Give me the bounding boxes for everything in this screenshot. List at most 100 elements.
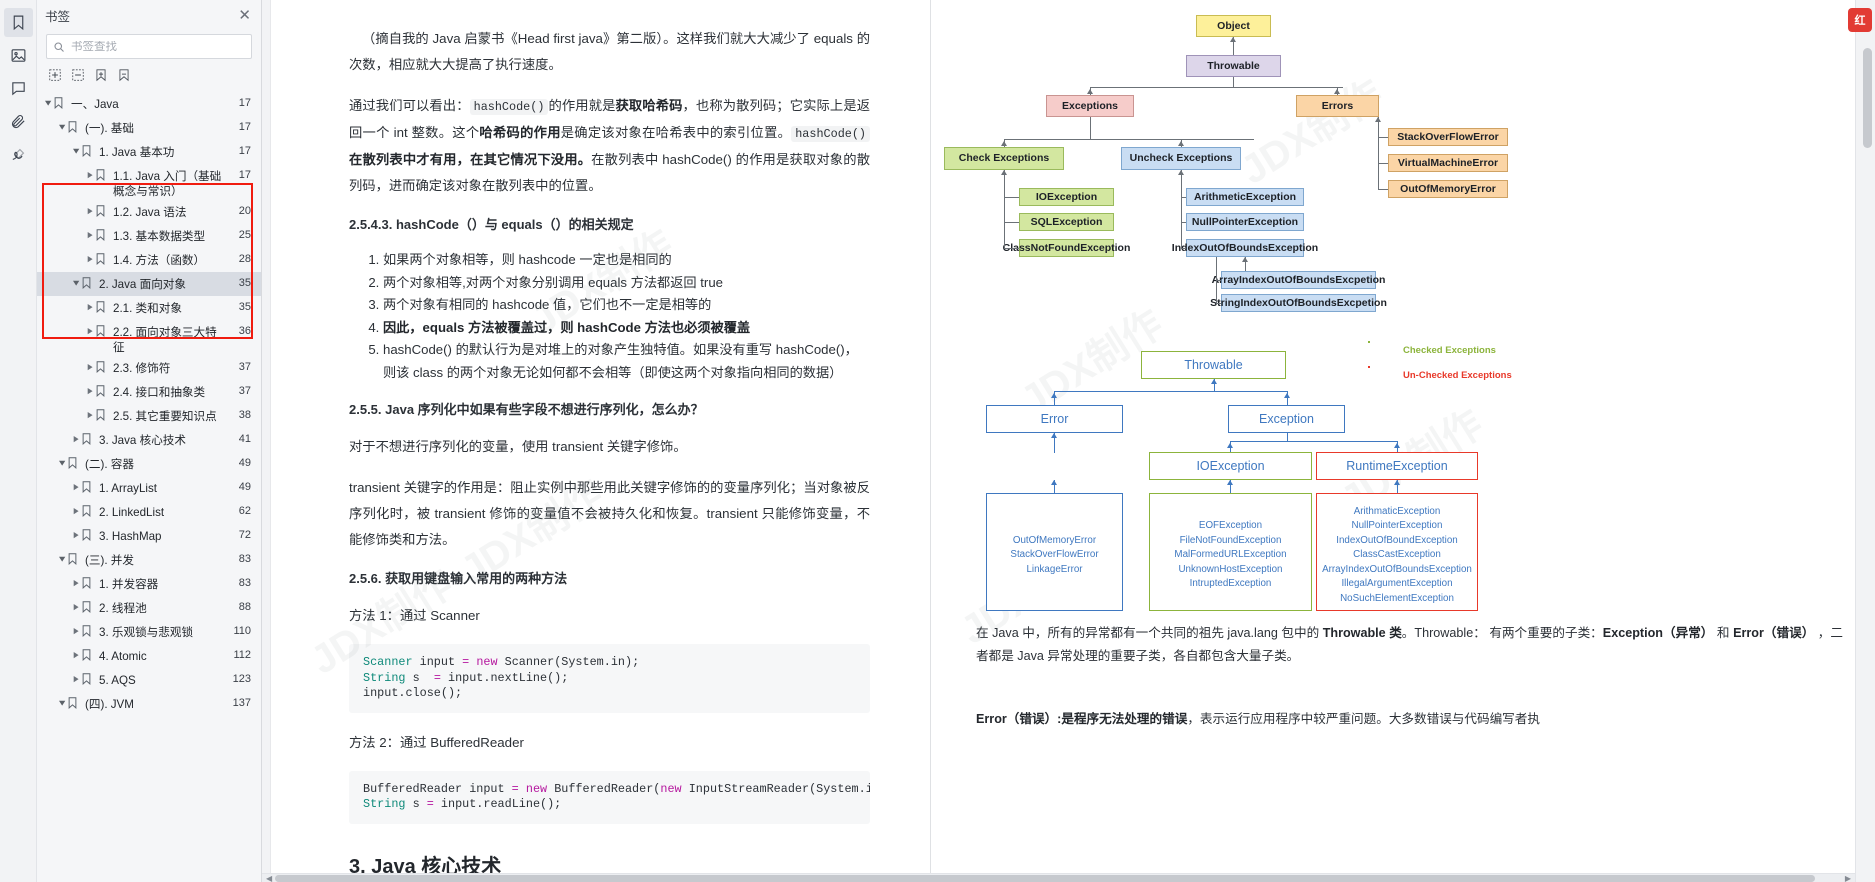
chevron-right-icon[interactable] bbox=[85, 248, 96, 263]
bookmark-item-11[interactable]: 2.4. 接口和抽象类 37 bbox=[37, 380, 261, 404]
bookmark-item-label: 1. 并发容器 bbox=[99, 578, 159, 591]
ordered-list: 如果两个对象相等，则 hashcode 一定也是相同的两个对象相等,对两个对象分… bbox=[383, 249, 870, 384]
chevron-right-icon[interactable] bbox=[85, 404, 96, 419]
bookmark-item-3[interactable]: 1.1. Java 入门（基础概念与常识） 17 bbox=[37, 164, 261, 200]
list-item: hashCode() 的默认行为是对堆上的对象产生独特值。如果没有重写 hash… bbox=[383, 339, 870, 384]
bookmark-item-19[interactable]: 1. 并发容器 83 bbox=[37, 572, 261, 596]
chevron-right-icon[interactable] bbox=[71, 524, 82, 539]
chevron-right-icon[interactable] bbox=[85, 200, 96, 215]
bookmark-item-15[interactable]: 1. ArrayList 49 bbox=[37, 476, 261, 500]
bookmark-panel-title: 书签 bbox=[45, 9, 71, 24]
left-icon-rail bbox=[0, 0, 37, 882]
image-icon[interactable] bbox=[4, 41, 33, 70]
bookmark-search-box[interactable] bbox=[46, 34, 252, 59]
chevron-down-icon[interactable] bbox=[57, 452, 68, 467]
scroll-left-arrow[interactable]: ◀ bbox=[266, 874, 272, 882]
chevron-right-icon[interactable] bbox=[85, 356, 96, 371]
bookmark-item-16[interactable]: 2. LinkedList 62 bbox=[37, 500, 261, 524]
bookmark-item-5[interactable]: 1.3. 基本数据类型 25 bbox=[37, 224, 261, 248]
bookmark-item-24[interactable]: (四). JVM 137 bbox=[37, 692, 261, 716]
bookmark-node-icon bbox=[68, 452, 81, 469]
expand-all-icon[interactable] bbox=[48, 68, 62, 82]
chevron-down-icon[interactable] bbox=[71, 140, 82, 155]
bookmark-item-6[interactable]: 1.4. 方法（函数） 28 bbox=[37, 248, 261, 272]
bookmark-search-input[interactable] bbox=[71, 40, 245, 53]
bookmark-item-8[interactable]: 2.1. 类和对象 35 bbox=[37, 296, 261, 320]
chevron-down-icon[interactable] bbox=[57, 692, 68, 707]
arrow-head bbox=[1284, 393, 1290, 398]
legend-label-1: Un-Checked Exceptions bbox=[1403, 370, 1512, 381]
chevron-right-icon[interactable] bbox=[71, 476, 82, 491]
list-item: 两个对象相等,对两个对象分别调用 equals 方法都返回 true bbox=[383, 272, 870, 295]
bookmark-item-9[interactable]: 2.2. 面向对象三大特征 36 bbox=[37, 320, 261, 356]
vertical-scrollbar-thumb[interactable] bbox=[1863, 48, 1872, 148]
bookmark-tree[interactable]: 一、Java 17 (一). 基础 17 1. Java 基本功 17 1.1. Java … bbox=[37, 89, 261, 882]
diagram2-node-exception: Exception bbox=[1228, 405, 1345, 433]
bookmark-node-icon bbox=[68, 116, 81, 133]
chevron-right-icon[interactable] bbox=[85, 224, 96, 239]
diagram2-io-children-list: EOFException FileNotFoundException MalForm… bbox=[1174, 520, 1287, 590]
bookmark-item-label: 1.2. Java 语法 bbox=[113, 206, 187, 219]
bookmark-item-20[interactable]: 2. 线程池 88 bbox=[37, 596, 261, 620]
bookmark-page-number: 83 bbox=[238, 553, 251, 565]
list-item: 因此，equals 方法被覆盖过，则 hashCode 方法也必须被覆盖 bbox=[383, 317, 870, 340]
bookmark-item-10[interactable]: 2.3. 修饰符 37 bbox=[37, 356, 261, 380]
text: 和 bbox=[1713, 626, 1734, 640]
chevron-right-icon[interactable] bbox=[71, 668, 82, 683]
bookmark-item-13[interactable]: 3. Java 核心技术 41 bbox=[37, 428, 261, 452]
red-tool-button[interactable]: 红 bbox=[1848, 8, 1872, 32]
bookmark-item-17[interactable]: 3. HashMap 72 bbox=[37, 524, 261, 548]
add-bookmark-icon[interactable] bbox=[94, 68, 108, 82]
text: 是确定该对象在哈希表中的索引位置。 bbox=[560, 125, 792, 140]
bookmark-item-2[interactable]: 1. Java 基本功 17 bbox=[37, 140, 261, 164]
diagram2-runtime-children-list: ArithmaticException NullPointerException I… bbox=[1322, 505, 1472, 604]
bookmark-item-21[interactable]: 3. 乐观锁与悲观锁 110 bbox=[37, 620, 261, 644]
bookmark-item-label: 1.3. 基本数据类型 bbox=[113, 230, 206, 243]
horizontal-scrollbar-thumb[interactable] bbox=[275, 874, 1815, 882]
bookmark-item-23[interactable]: 5. AQS 123 bbox=[37, 668, 261, 692]
chevron-right-icon[interactable] bbox=[71, 428, 82, 443]
bookmark-item-label: 2.2. 面向对象三大特征 bbox=[113, 326, 217, 354]
signature-icon[interactable] bbox=[4, 140, 33, 169]
chevron-right-icon[interactable] bbox=[85, 320, 96, 335]
throwable-hierarchy-diagram-bottom: Throwable Error Exception IOException Runtim… bbox=[931, 0, 1875, 882]
scroll-right-arrow[interactable]: ▶ bbox=[1845, 874, 1851, 882]
bookmark-item-0[interactable]: 一、Java 17 bbox=[37, 92, 261, 116]
text: 。Throwable： 有两个重要的子类： bbox=[1401, 626, 1603, 640]
bookmark-item-14[interactable]: (二). 容器 49 bbox=[37, 452, 261, 476]
bookmark-page-number: 41 bbox=[238, 433, 251, 445]
chevron-right-icon[interactable] bbox=[71, 620, 82, 635]
collapse-all-icon[interactable] bbox=[71, 68, 85, 82]
bookmark-icon[interactable] bbox=[3, 8, 33, 37]
bookmark-item-12[interactable]: 2.5. 其它重要知识点 38 bbox=[37, 404, 261, 428]
close-icon[interactable]: ✕ bbox=[238, 8, 251, 23]
chevron-right-icon[interactable] bbox=[85, 380, 96, 395]
document-viewport[interactable]: JDX制作 JDX制作 JDX制作 （摘自我的 Java 启蒙书《Head fi… bbox=[262, 0, 1875, 882]
method-2-label: 方法 2：通过 BufferedReader bbox=[349, 734, 524, 750]
chevron-down-icon[interactable] bbox=[57, 548, 68, 563]
comment-icon[interactable] bbox=[4, 74, 33, 103]
remove-bookmark-icon[interactable] bbox=[117, 68, 131, 82]
chevron-down-icon[interactable] bbox=[57, 116, 68, 131]
chevron-down-icon[interactable] bbox=[43, 92, 54, 107]
bookmark-page-number: 17 bbox=[238, 145, 251, 157]
bookmark-page-number: 112 bbox=[233, 649, 251, 661]
connector-line bbox=[1054, 391, 1287, 392]
chevron-right-icon[interactable] bbox=[71, 644, 82, 659]
bookmark-item-7[interactable]: 2. Java 面向对象 35 bbox=[37, 272, 261, 296]
bookmark-item-1[interactable]: (一). 基础 17 bbox=[37, 116, 261, 140]
chevron-right-icon[interactable] bbox=[71, 572, 82, 587]
bookmark-item-label: 1. Java 基本功 bbox=[99, 146, 175, 159]
code-block-scanner: Scanner input = new Scanner(System.in); … bbox=[349, 644, 870, 713]
chevron-down-icon[interactable] bbox=[71, 272, 82, 287]
horizontal-scrollbar[interactable]: ◀ ▶ bbox=[262, 873, 1855, 882]
bookmark-item-4[interactable]: 1.2. Java 语法 20 bbox=[37, 200, 261, 224]
chevron-right-icon[interactable] bbox=[71, 596, 82, 611]
attachment-icon[interactable] bbox=[4, 107, 33, 136]
chevron-right-icon[interactable] bbox=[85, 296, 96, 311]
bookmark-node-icon bbox=[54, 92, 67, 109]
bookmark-item-18[interactable]: (三). 并发 83 bbox=[37, 548, 261, 572]
bookmark-item-22[interactable]: 4. Atomic 112 bbox=[37, 644, 261, 668]
chevron-right-icon[interactable] bbox=[71, 500, 82, 515]
chevron-right-icon[interactable] bbox=[85, 164, 96, 179]
